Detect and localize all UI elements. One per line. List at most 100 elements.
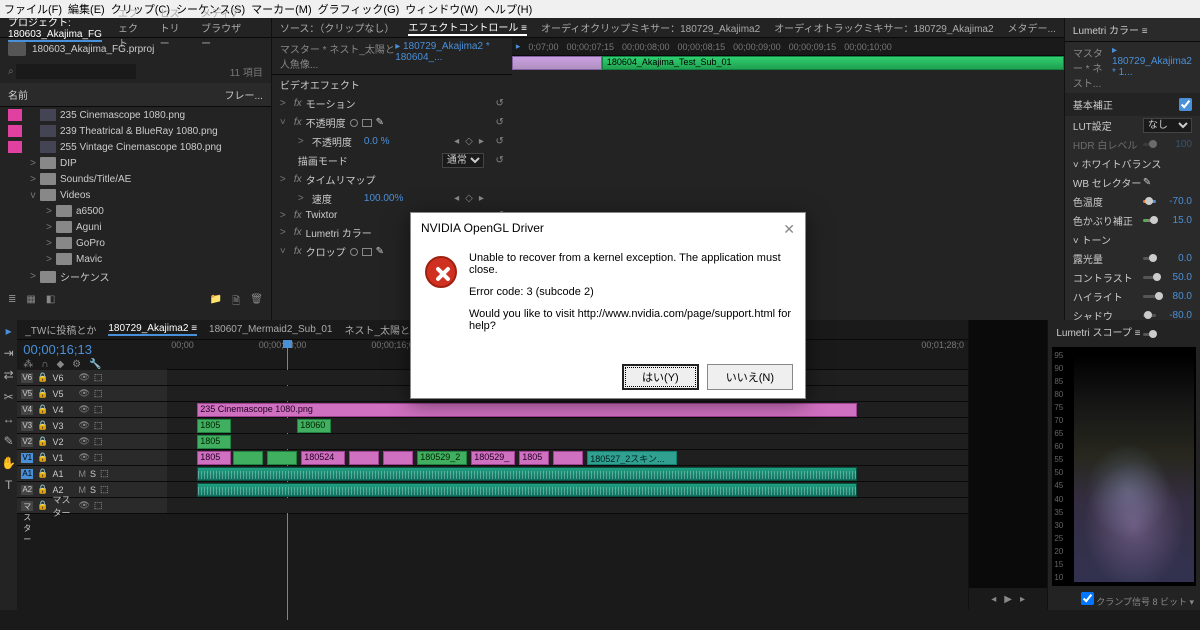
lock-icon[interactable]: 🔒 bbox=[37, 372, 48, 383]
lumetri-seq-link[interactable]: ▸ 180729_Akajima2 * 1... bbox=[1112, 45, 1192, 90]
ellipse-mask-icon[interactable] bbox=[350, 248, 358, 256]
param-value[interactable]: 15.0 bbox=[1156, 215, 1192, 226]
sequence-link[interactable]: ▸ 180729_Akajima2 * 180604_... bbox=[395, 41, 504, 71]
sync-lock-icon[interactable]: ⬚ bbox=[94, 436, 103, 447]
param-slider[interactable] bbox=[1143, 314, 1156, 317]
search-input[interactable] bbox=[16, 64, 136, 79]
menu-marker[interactable]: マーカー(M) bbox=[251, 1, 312, 17]
fx-badge[interactable]: fx bbox=[294, 98, 302, 109]
effect-row[interactable]: ˅fx不透明度 ✎↺ bbox=[272, 113, 512, 132]
clip[interactable]: 1805 bbox=[197, 419, 231, 433]
track-header[interactable]: マスター 🔒 マスター 👁 ⬚ bbox=[17, 498, 167, 513]
clip[interactable] bbox=[197, 467, 857, 481]
chevron-icon[interactable]: > bbox=[42, 222, 56, 233]
effect-timeline-ruler[interactable]: ▸0;07;0000;00;07;1500;00;08;0000;00;08;1… bbox=[512, 38, 1064, 56]
sync-lock-icon[interactable]: ⬚ bbox=[94, 372, 103, 383]
param-value[interactable]: 50.0 bbox=[1156, 272, 1192, 283]
fx-badge[interactable]: fx bbox=[294, 210, 302, 221]
track-header[interactable]: V5 🔒 V5 👁 ⬚ bbox=[17, 386, 167, 401]
param-slider[interactable] bbox=[1143, 219, 1156, 222]
track-target[interactable]: V2 bbox=[21, 437, 33, 447]
close-icon[interactable]: ✕ bbox=[783, 221, 795, 238]
reset-icon[interactable]: ↺ bbox=[484, 98, 504, 109]
pen-tool-icon[interactable]: ✎ bbox=[1, 434, 17, 450]
track-content[interactable]: 1805180524180529_2180529_1805180527_2スキン… bbox=[167, 450, 968, 465]
scope-footer-label[interactable]: クランプ信号 8 ビット ▾ bbox=[1096, 597, 1194, 607]
clip[interactable] bbox=[383, 451, 413, 465]
snap-icon[interactable]: ⁂ bbox=[23, 359, 33, 370]
track-content[interactable] bbox=[167, 466, 968, 481]
menu-window[interactable]: ウィンドウ(W) bbox=[405, 1, 478, 17]
solo-icon[interactable]: S bbox=[90, 485, 96, 495]
tab-effect-controls[interactable]: エフェクトコントロール ≡ bbox=[408, 19, 527, 36]
add-kf-icon[interactable]: ◇ bbox=[465, 193, 473, 204]
new-bin-icon[interactable]: 📁 bbox=[210, 294, 222, 311]
chevron-icon[interactable]: ˃ bbox=[280, 98, 290, 109]
clip[interactable]: 1805 bbox=[197, 435, 231, 449]
effect-row[interactable]: ˃fxモーション↺ bbox=[272, 94, 512, 113]
effect-row[interactable]: 描画モード通常↺ bbox=[272, 151, 512, 170]
pen-mask-icon[interactable]: ✎ bbox=[376, 117, 384, 128]
list-item[interactable]: > Sounds/Title/AE bbox=[0, 171, 271, 187]
chevron-icon[interactable]: ˃ bbox=[298, 193, 308, 204]
slip-tool-icon[interactable]: ↔ bbox=[1, 412, 17, 428]
track-target[interactable]: V6 bbox=[21, 373, 33, 383]
eye-icon[interactable]: 👁 bbox=[78, 452, 89, 463]
effect-row[interactable]: ˃不透明度0.0 %◂◇▸↺ bbox=[272, 132, 512, 151]
yes-button[interactable]: はい(Y) bbox=[622, 364, 699, 390]
clip[interactable]: 1805 bbox=[197, 451, 231, 465]
tab-project[interactable]: プロジェクト: 180603_Akajima_FG bbox=[8, 14, 102, 42]
track-target[interactable]: V3 bbox=[21, 421, 33, 431]
type-tool-icon[interactable]: T bbox=[1, 478, 17, 494]
track-target[interactable]: A2 bbox=[21, 485, 33, 495]
trash-icon[interactable]: 🗑 bbox=[250, 294, 263, 311]
sync-lock-icon[interactable]: ⬚ bbox=[94, 500, 103, 511]
chevron-icon[interactable]: ˅ bbox=[280, 117, 290, 128]
track-header[interactable]: V4 🔒 V4 👁 ⬚ bbox=[17, 402, 167, 417]
hand-tool-icon[interactable]: ✋ bbox=[1, 456, 17, 472]
track-content[interactable] bbox=[167, 482, 968, 497]
lock-icon[interactable]: 🔒 bbox=[37, 452, 48, 463]
chevron-icon[interactable]: v bbox=[26, 190, 40, 201]
reset-icon[interactable]: ↺ bbox=[484, 136, 504, 147]
basic-correction-hdr[interactable]: 基本補正 bbox=[1073, 97, 1113, 112]
tone-hdr[interactable]: ˅ トーン bbox=[1073, 232, 1111, 247]
param-slider[interactable] bbox=[1143, 295, 1156, 298]
chevron-icon[interactable]: ˃ bbox=[280, 227, 290, 238]
tab-media-browser[interactable]: メディアブラウザー bbox=[201, 5, 247, 50]
list-item[interactable]: > Mavic bbox=[0, 251, 271, 267]
timecode[interactable]: 00;00;16;13 bbox=[23, 342, 161, 357]
sync-lock-icon[interactable]: ⬚ bbox=[100, 468, 109, 479]
track-content[interactable]: 1805 bbox=[167, 434, 968, 449]
prev-kf-icon[interactable]: ◂ bbox=[454, 193, 459, 204]
file-list[interactable]: 235 Cinemascope 1080.png 239 Theatrical … bbox=[0, 107, 271, 286]
tab-source[interactable]: ソース：（クリップなし） bbox=[280, 20, 395, 35]
chevron-icon[interactable]: > bbox=[42, 254, 56, 265]
blend-mode-select[interactable]: 通常 bbox=[442, 153, 484, 168]
eye-icon[interactable]: 👁 bbox=[78, 500, 89, 511]
param-slider[interactable] bbox=[1143, 276, 1156, 279]
mute-icon[interactable]: M bbox=[78, 485, 86, 495]
track-target[interactable]: マスター bbox=[21, 501, 33, 511]
prev-kf-icon[interactable]: ◂ bbox=[454, 136, 459, 147]
effect-timeline-clip-2[interactable]: 180604_Akajima_Test_Sub_01 bbox=[602, 56, 1064, 70]
lock-icon[interactable]: 🔒 bbox=[37, 500, 48, 511]
icon-view-icon[interactable]: ▦ bbox=[26, 294, 35, 311]
tab-audio-track-mixer[interactable]: オーディオトラックミキサー：180729_Akajima2 bbox=[774, 20, 993, 35]
timeline-tab[interactable]: 180729_Akajima2 ≡ bbox=[108, 323, 197, 336]
track-header[interactable]: A1 🔒 A1 M S ⬚ bbox=[17, 466, 167, 481]
param-slider[interactable] bbox=[1143, 333, 1156, 336]
clip[interactable] bbox=[349, 451, 379, 465]
chevron-icon[interactable]: ˅ bbox=[280, 246, 290, 257]
clip[interactable]: 235 Cinemascope 1080.png bbox=[197, 403, 857, 417]
no-button[interactable]: いいえ(N) bbox=[707, 364, 793, 390]
reset-icon[interactable]: ↺ bbox=[484, 117, 504, 128]
track-content[interactable]: 180518060 bbox=[167, 418, 968, 433]
track-target[interactable]: V5 bbox=[21, 389, 33, 399]
chevron-icon[interactable]: > bbox=[26, 158, 40, 169]
mute-icon[interactable]: M bbox=[78, 469, 86, 479]
menu-help[interactable]: ヘルプ(H) bbox=[484, 1, 532, 17]
clamp-signal-toggle[interactable] bbox=[1081, 592, 1094, 605]
param-slider[interactable] bbox=[1143, 257, 1156, 260]
list-item[interactable]: 239 Theatrical & BlueRay 1080.png bbox=[0, 123, 271, 139]
